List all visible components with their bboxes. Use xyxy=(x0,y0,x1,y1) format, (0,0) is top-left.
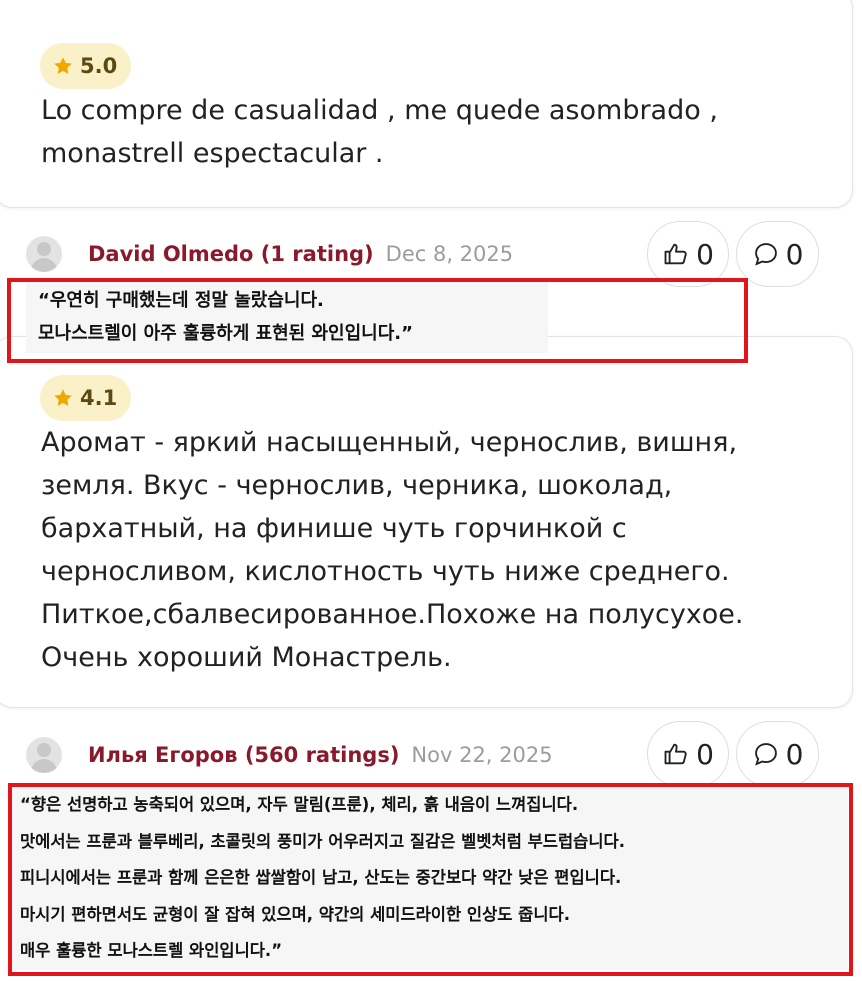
like-count: 0 xyxy=(696,237,714,271)
thumbs-up-icon xyxy=(664,743,687,765)
review-text: Lo compre de casualidad , me quede asomb… xyxy=(41,95,718,169)
rating-value: 4.1 xyxy=(80,386,118,410)
comment-bubble-icon xyxy=(754,243,777,266)
user-avatar-icon[interactable] xyxy=(26,236,62,272)
review-date: Nov 22, 2025 xyxy=(411,743,553,767)
comment-count: 0 xyxy=(785,237,804,271)
review-2-meta: David Olmedo (1 rating) Dec 8, 2025 xyxy=(26,234,513,274)
comment-button[interactable]: 0 xyxy=(736,221,819,287)
review-date: Dec 8, 2025 xyxy=(385,242,514,266)
highlight-box xyxy=(7,278,748,363)
comment-bubble-icon xyxy=(754,743,777,766)
rating-badge: 5.0 xyxy=(40,43,132,89)
like-count: 0 xyxy=(696,737,714,771)
highlight-box xyxy=(8,783,853,976)
review-card-1: 5.0 Lo compre de casualidad , me quede a… xyxy=(0,0,853,208)
thumbs-up-icon xyxy=(664,243,687,265)
user-avatar-icon[interactable] xyxy=(26,737,62,773)
author-name[interactable]: David Olmedo (1 rating) xyxy=(88,242,374,266)
review-card-2: 4.1 Аромат - яркий насыщенный, чернослив… xyxy=(0,336,853,708)
star-icon xyxy=(54,57,72,74)
comment-count: 0 xyxy=(785,737,804,771)
comment-button[interactable]: 0 xyxy=(736,721,819,787)
like-button[interactable]: 0 xyxy=(647,721,729,787)
rating-value: 5.0 xyxy=(80,54,118,78)
author-name[interactable]: Илья Егоров (560 ratings) xyxy=(88,743,399,767)
star-icon xyxy=(54,389,72,406)
rating-badge: 4.1 xyxy=(40,375,132,421)
review-text: Аромат - яркий насыщенный, чернослив, ви… xyxy=(41,427,744,673)
review-3-meta: Илья Егоров (560 ratings) Nov 22, 2025 xyxy=(26,735,553,775)
